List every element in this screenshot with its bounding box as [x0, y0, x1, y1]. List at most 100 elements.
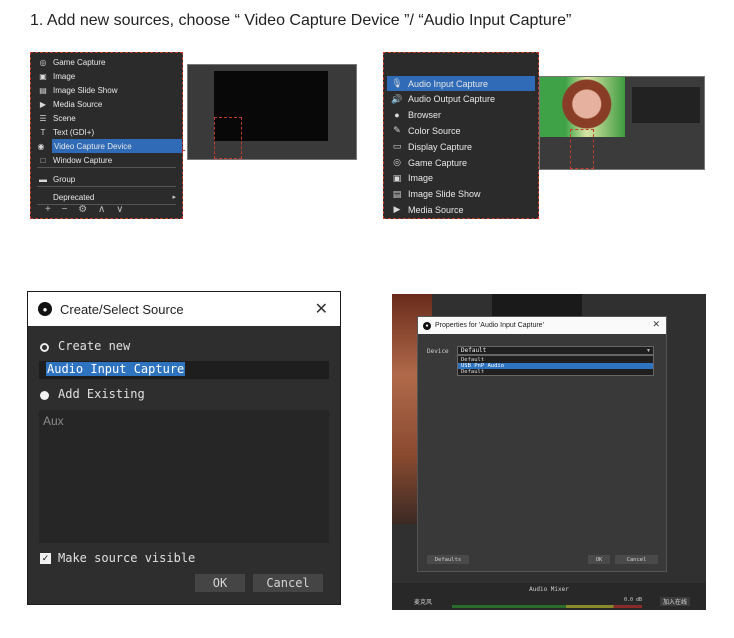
ok-button[interactable]: OK: [588, 555, 610, 564]
image-slide-show-icon: ▤: [39, 85, 47, 95]
menu-separator: [37, 186, 176, 187]
chevron-down-icon: ▼: [646, 348, 651, 354]
audio-mixer: Audio Mixer 麦克风 0.0 dB 加入在线: [392, 583, 706, 610]
mixer-volume-value: 0.0 dB: [624, 597, 643, 603]
ok-button[interactable]: OK: [195, 574, 245, 592]
device-select-value: Default: [461, 347, 487, 354]
device-options-list: Default USB PnP Audio Default: [457, 355, 654, 376]
preview-panel: [632, 87, 700, 123]
menu-item-label: Video Capture Device: [54, 141, 132, 151]
create-new-radio[interactable]: [40, 343, 49, 352]
menu-item-game-capture[interactable]: ◎ Game Capture: [31, 55, 182, 69]
game-capture-icon: ◎: [393, 157, 401, 167]
source-name-value: Audio Input Capture: [46, 362, 186, 376]
image-icon: ▣: [392, 172, 402, 183]
cancel-button[interactable]: Cancel: [615, 555, 658, 564]
menu-item-group[interactable]: ▬ Group: [31, 172, 182, 186]
menu-item-label: Image: [408, 173, 434, 184]
menu-item-window-capture[interactable]: □ Window Capture: [31, 153, 182, 167]
obs-logo-icon: ●: [423, 321, 431, 330]
window-capture-icon: □: [40, 155, 46, 165]
create-select-source-dialog: ● Create/Select Source ✕ Create new Audi…: [27, 291, 341, 605]
menu-item-label: Media Source: [408, 204, 464, 215]
scene-icon: ☰: [39, 113, 47, 123]
menu-item-label: Display Capture: [408, 141, 473, 152]
obs-preview-thumbnail: [187, 64, 357, 160]
volume-meter: [452, 605, 642, 608]
menu-item-text-gdi[interactable]: T Text (GDI+): [31, 125, 182, 139]
obs-logo-icon: ●: [38, 302, 52, 316]
add-existing-label: Add Existing: [58, 387, 145, 401]
game-capture-icon: ◎: [39, 57, 47, 67]
menu-item-audio-input-capture[interactable]: 🎙 Audio Input Capture: [387, 76, 535, 91]
menu-item-label: Group: [53, 174, 76, 184]
menu-item-label: Image Slide Show: [53, 85, 118, 95]
mixer-side-button[interactable]: 加入在线: [660, 597, 691, 606]
preview-photo: [540, 77, 625, 137]
media-source-icon: ▶: [39, 99, 47, 109]
dialog-title: Create/Select Source: [60, 301, 184, 317]
audio-mixer-title: Audio Mixer: [529, 586, 569, 593]
obs-preview-thumbnail-2: [539, 76, 705, 170]
menu-item-label: Audio Input Capture: [408, 78, 489, 89]
image-slide-show-icon: ▤: [392, 188, 402, 199]
text-gdi-icon: T: [40, 127, 46, 137]
close-icon[interactable]: ✕: [315, 299, 328, 319]
display-capture-icon: ▭: [392, 141, 402, 152]
annotation-highlight: [214, 117, 242, 159]
audio-output-capture-icon: 🔊: [391, 93, 403, 104]
video-capture-device-icon: ◉: [37, 141, 45, 151]
menu-item-game-capture[interactable]: ◎ Game Capture: [387, 155, 535, 170]
menu-item-video-capture-device[interactable]: ◉ Video Capture Device: [38, 139, 182, 153]
menu-item-browser[interactable]: ● Browser: [387, 108, 535, 123]
device-label: Device: [427, 348, 449, 355]
properties-titlebar: ● Properties for 'Audio Input Capture' ✕: [418, 317, 666, 334]
media-source-icon: ▶: [393, 204, 401, 215]
color-source-icon: ✎: [393, 125, 401, 136]
device-select[interactable]: Default ▼: [457, 346, 654, 355]
menu-item-color-source[interactable]: ✎ Color Source: [387, 123, 535, 138]
menu-item-label: Deprecated: [53, 192, 95, 202]
menu-item-display-capture[interactable]: ▭ Display Capture: [387, 139, 535, 154]
close-icon[interactable]: ✕: [652, 319, 660, 330]
menu-item-label: Media Source: [53, 99, 103, 109]
menu-item-label: Game Capture: [53, 57, 106, 67]
device-option[interactable]: Default: [458, 369, 653, 375]
menu-item-media-source[interactable]: ▶ Media Source: [387, 202, 535, 217]
group-icon: ▬: [39, 174, 47, 184]
background-panel: [492, 294, 582, 318]
menu-item-scene[interactable]: ☰ Scene: [31, 111, 182, 125]
menu-item-image-slide-show[interactable]: ▤ Image Slide Show: [31, 83, 182, 97]
menu-item-label: Image: [53, 71, 76, 81]
menu-item-label: Color Source: [408, 125, 461, 136]
dialog-titlebar: ● Create/Select Source ✕: [28, 292, 340, 326]
make-visible-checkbox[interactable]: ✓: [40, 553, 51, 564]
menu-item-image-slide-show[interactable]: ▤ Image Slide Show: [387, 187, 535, 202]
cancel-button[interactable]: Cancel: [253, 574, 323, 592]
mixer-source-name: 麦克风: [414, 600, 433, 606]
chevron-right-icon: ▸: [172, 194, 176, 201]
check-icon: ✓: [41, 553, 50, 563]
menu-item-label: Image Slide Show: [408, 189, 481, 200]
menu-item-image[interactable]: ▣ Image: [31, 69, 182, 83]
properties-screenshot: ● Properties for 'Audio Input Capture' ✕…: [392, 294, 706, 610]
menu-item-deprecated[interactable]: Deprecated ▸: [31, 190, 182, 204]
list-item[interactable]: Aux: [43, 414, 64, 428]
add-source-menu-audio: 🎙 Audio Input Capture 🔊 Audio Output Captur…: [383, 52, 539, 219]
make-visible-label: Make source visible: [58, 551, 196, 565]
menu-item-media-source[interactable]: ▶ Media Source: [31, 97, 182, 111]
source-toolbar-controls[interactable]: + − ⚙ ∧ ∨: [45, 204, 127, 215]
properties-title: Properties for 'Audio Input Capture': [435, 322, 544, 329]
add-existing-radio[interactable]: [40, 391, 49, 400]
source-name-input[interactable]: Audio Input Capture: [39, 361, 329, 379]
menu-item-audio-output-capture[interactable]: 🔊 Audio Output Capture: [387, 92, 535, 107]
menu-item-label: Scene: [53, 113, 76, 123]
annotation-highlight-2: [570, 129, 594, 169]
create-new-label: Create new: [58, 339, 131, 353]
defaults-button[interactable]: Defaults: [427, 555, 469, 564]
instruction-heading: 1. Add new sources, choose “ Video Captu…: [30, 12, 572, 29]
menu-item-image[interactable]: ▣ Image: [387, 171, 535, 186]
existing-sources-list[interactable]: Aux: [39, 410, 329, 543]
image-icon: ▣: [39, 71, 47, 81]
menu-item-label: Text (GDI+): [53, 127, 95, 137]
